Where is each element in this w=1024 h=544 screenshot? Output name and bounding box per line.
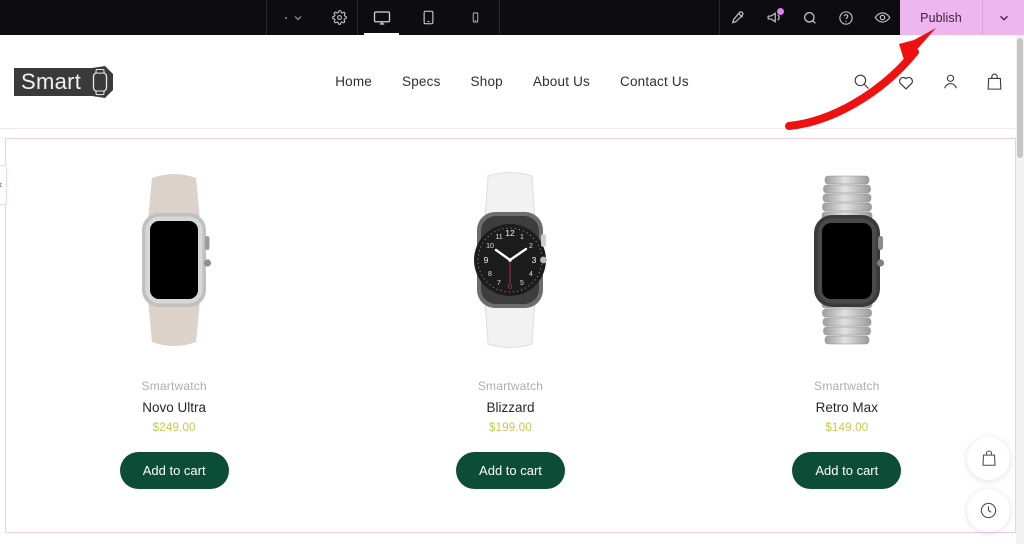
svg-text:8: 8: [489, 271, 493, 278]
svg-text:9: 9: [484, 255, 489, 265]
device-switcher: [357, 0, 499, 35]
nav-item-contact-us[interactable]: Contact Us: [620, 74, 689, 89]
editor-toolbar: Publish: [0, 0, 1024, 35]
toolbar-menu-group: [266, 0, 357, 35]
preview-button[interactable]: [864, 0, 900, 35]
section-collapse-handle[interactable]: [0, 165, 7, 205]
clock-icon: [980, 502, 997, 519]
product-category: Smartwatch: [814, 379, 880, 393]
settings-button[interactable]: [321, 0, 357, 35]
product-price: $149.00: [825, 422, 869, 434]
floating-widget-group: [967, 437, 1010, 532]
device-tablet-button[interactable]: [405, 0, 452, 35]
add-to-cart-button[interactable]: Add to cart: [456, 452, 565, 489]
svg-text:1: 1: [521, 234, 525, 241]
product-category: Smartwatch: [141, 379, 207, 393]
toolbar-search-button[interactable]: [792, 0, 828, 35]
pen-icon: [731, 10, 744, 24]
site-header: Smart Home Specs Shop About Us Contact U…: [0, 35, 1024, 129]
chevron-left-icon: [0, 182, 2, 188]
product-title[interactable]: Novo Ultra: [142, 400, 206, 415]
product-card[interactable]: Smartwatch Novo Ultra $249.00 Add to car…: [6, 167, 342, 532]
add-to-cart-button[interactable]: Add to cart: [119, 452, 229, 489]
svg-text:12: 12: [506, 228, 516, 238]
design-pen-button[interactable]: [720, 0, 756, 35]
scrollbar-thumb[interactable]: [1017, 38, 1023, 158]
smartwatch-icon: 12 3 6 9 1 2 4 5 7 8 10 11: [474, 171, 548, 348]
desktop-icon: [373, 10, 390, 25]
add-to-cart-button[interactable]: Add to cart: [792, 452, 902, 489]
product-title[interactable]: Blizzard: [486, 400, 534, 415]
svg-text:11: 11: [496, 234, 503, 241]
chevron-down-icon: [999, 15, 1008, 21]
toolbar-menu-dropdown[interactable]: [267, 0, 321, 35]
nav-item-specs[interactable]: Specs: [402, 74, 441, 89]
toolbar-left-spacer: [0, 0, 266, 35]
product-price: $249.00: [152, 422, 196, 434]
editor-window: Publish Smart Home Specs Shop About Us C…: [0, 0, 1024, 544]
publish-button[interactable]: Publish: [900, 0, 982, 35]
shopping-bag-icon: [981, 450, 996, 466]
product-card[interactable]: Smartwatch Retro Max $149.00 Add to cart: [679, 167, 1015, 532]
product-category: Smartwatch: [477, 379, 544, 393]
nav-item-shop[interactable]: Shop: [471, 74, 503, 89]
device-desktop-button[interactable]: [358, 0, 405, 35]
svg-text:10: 10: [487, 243, 495, 250]
selected-section[interactable]: Smartwatch Novo Ultra $249.00 Add to car…: [5, 138, 1016, 533]
svg-text:7: 7: [498, 280, 502, 287]
product-image: [795, 167, 899, 352]
chevron-down-icon: [294, 15, 301, 20]
svg-text:2: 2: [530, 243, 534, 250]
tablet-icon: [423, 10, 434, 25]
smartwatch-icon: [142, 173, 212, 346]
nav-item-home[interactable]: Home: [335, 74, 372, 89]
product-price: $199.00: [489, 422, 532, 434]
search-icon: [804, 11, 816, 24]
help-button[interactable]: [828, 0, 864, 35]
eye-icon: [874, 12, 890, 23]
product-card[interactable]: 12 3 6 9 1 2 4 5 7 8 10 11 Smartwatch Bl…: [342, 167, 678, 532]
svg-text:3: 3: [532, 255, 537, 265]
site-nav: Home Specs Shop About Us Contact Us: [0, 74, 1024, 89]
product-image: [122, 167, 226, 352]
gear-icon: [331, 10, 347, 25]
help-circle-icon: [839, 10, 853, 25]
toolbar-spacer: [499, 0, 719, 35]
menu-dot-icon: [284, 16, 287, 19]
notification-badge: [777, 8, 784, 15]
smartwatch-icon: [813, 175, 884, 344]
device-mobile-button[interactable]: [452, 0, 499, 35]
publish-dropdown-button[interactable]: [982, 0, 1024, 35]
nav-item-about-us[interactable]: About Us: [533, 74, 590, 89]
svg-text:5: 5: [521, 280, 525, 287]
product-grid: Smartwatch Novo Ultra $249.00 Add to car…: [6, 139, 1015, 532]
announcements-button[interactable]: [756, 0, 792, 35]
mobile-icon: [472, 12, 479, 23]
floating-recent-button[interactable]: [967, 489, 1010, 532]
page-scrollbar[interactable]: [1016, 35, 1024, 544]
product-title[interactable]: Retro Max: [816, 400, 878, 415]
svg-text:4: 4: [530, 271, 534, 278]
toolbar-tools: [719, 0, 900, 35]
product-image: 12 3 6 9 1 2 4 5 7 8 10 11: [458, 167, 562, 352]
floating-cart-button[interactable]: [967, 437, 1010, 480]
